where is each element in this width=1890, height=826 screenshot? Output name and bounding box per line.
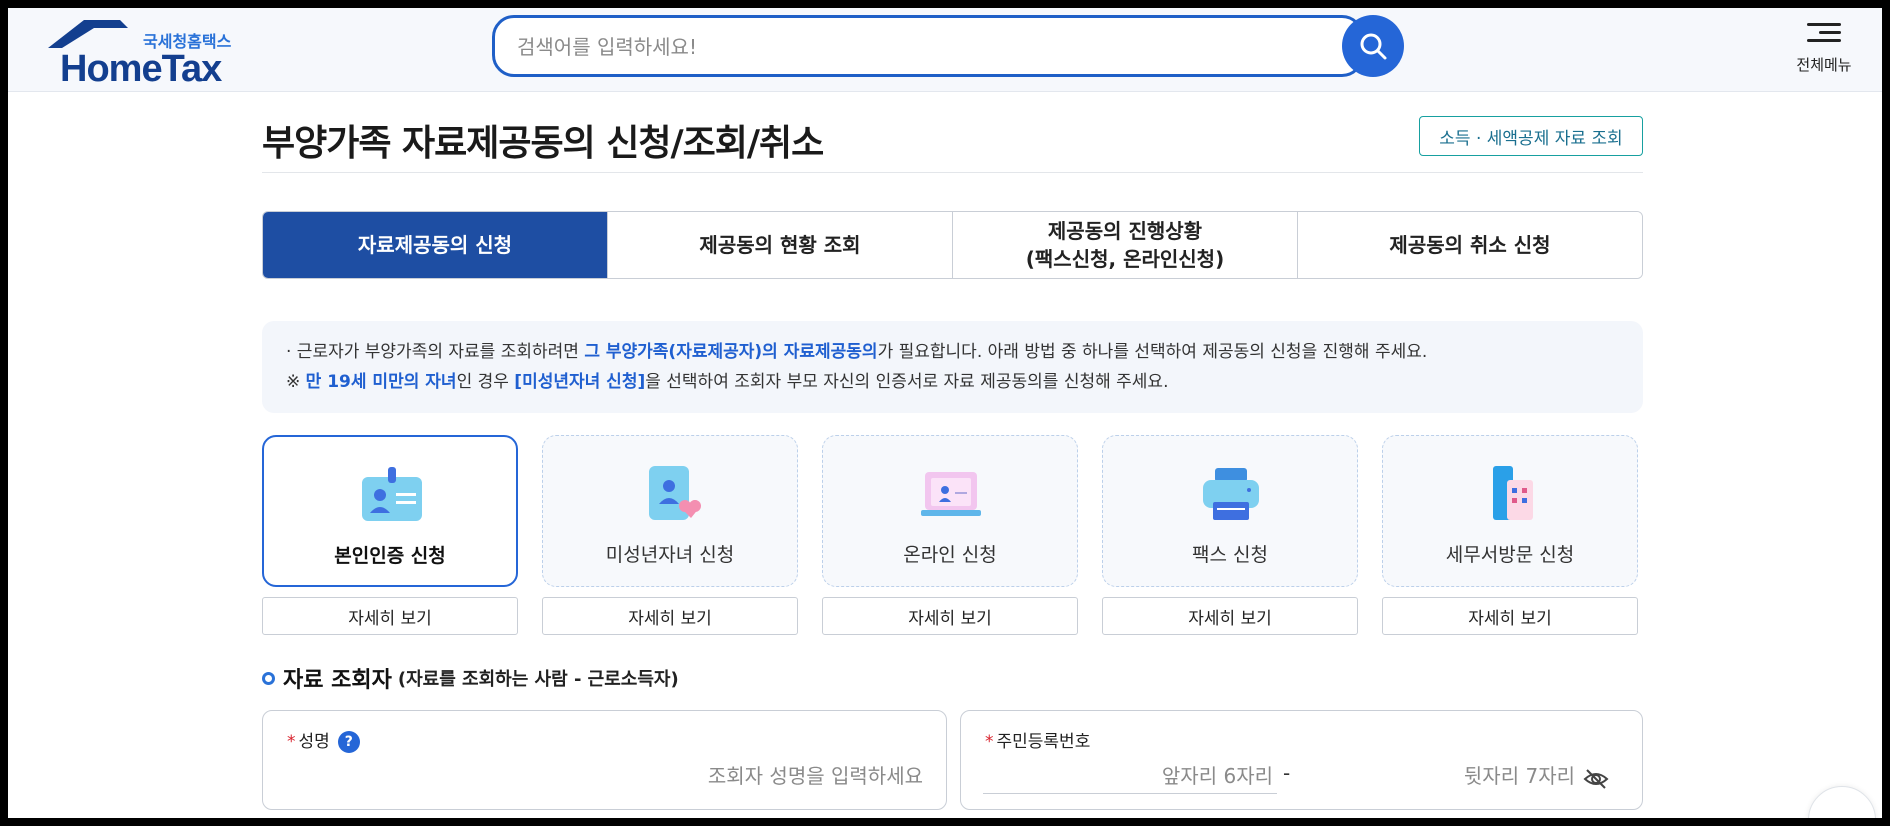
tab-label: 제공동의 현황 조회 bbox=[699, 233, 861, 257]
rrn-label: * 주민등록번호 bbox=[985, 727, 1090, 752]
section-bullet-icon bbox=[262, 671, 275, 685]
tab-bar: 자료제공동의 신청 제공동의 현황 조회 제공동의 진행상황 (팩스신청, 온라… bbox=[262, 211, 1643, 279]
required-mark: * bbox=[287, 732, 296, 752]
notice-mark: ※ bbox=[286, 372, 306, 392]
rrn-back-input[interactable] bbox=[1313, 761, 1575, 791]
search-box bbox=[492, 15, 1364, 77]
child-card-icon bbox=[649, 466, 701, 520]
detail-button-fax[interactable]: 자세히 보기 bbox=[1102, 597, 1358, 635]
rrn-front-input[interactable] bbox=[983, 761, 1273, 791]
option-label: 본인인증 신청 bbox=[334, 545, 446, 567]
option-minor-child[interactable]: 미성년자녀 신청 bbox=[542, 435, 798, 587]
name-input[interactable] bbox=[283, 761, 923, 791]
hometax-logo[interactable]: 국세청홈택스 HomeTax bbox=[48, 18, 258, 90]
option-fax[interactable]: 팩스 신청 bbox=[1102, 435, 1358, 587]
hamburger-icon bbox=[1807, 23, 1841, 42]
rrn-separator: - bbox=[1283, 761, 1291, 785]
notice-text: 가 필요합니다. 아래 방법 중 하나를 선택하여 제공동의 신청을 진행해 주… bbox=[877, 342, 1428, 362]
notice-highlight: 만 19세 미만의 자녀 bbox=[305, 372, 457, 392]
title-divider bbox=[262, 172, 1643, 173]
search-button[interactable] bbox=[1342, 15, 1404, 77]
detail-button-self-auth[interactable]: 자세히 보기 bbox=[262, 597, 518, 635]
tab-consent-apply[interactable]: 자료제공동의 신청 bbox=[263, 212, 607, 278]
detail-button-tax-office[interactable]: 자세히 보기 bbox=[1382, 597, 1638, 635]
search-icon bbox=[1360, 33, 1387, 60]
name-field: * 성명? bbox=[262, 710, 947, 810]
notice-text: 을 선택하여 조회자 부모 자신의 인증서로 자료 제공동의를 신청해 주세요. bbox=[645, 372, 1169, 392]
eye-off-icon[interactable] bbox=[1583, 767, 1609, 791]
tab-consent-progress[interactable]: 제공동의 진행상황 (팩스신청, 온라인신청) bbox=[952, 212, 1297, 278]
detail-button-online[interactable]: 자세히 보기 bbox=[822, 597, 1078, 635]
fax-icon bbox=[1203, 468, 1259, 520]
tab-label-line2: (팩스신청, 온라인신청) bbox=[1025, 247, 1225, 271]
tab-label-line1: 제공동의 진행상황 bbox=[1047, 219, 1203, 243]
rrn-field: *주민등록번호 - bbox=[960, 710, 1643, 810]
notice-highlight: 그 부양가족(자료제공자)의 자료제공동의 bbox=[584, 342, 878, 362]
notice-text: · 근로자가 부양가족의 자료를 조회하려면 bbox=[286, 342, 585, 362]
site-header: 국세청홈택스 HomeTax 전체메뉴 bbox=[8, 8, 1882, 92]
notice-highlight: [미성년자녀 신청] bbox=[514, 372, 646, 392]
deduction-lookup-button[interactable]: 소득 · 세액공제 자료 조회 bbox=[1419, 116, 1643, 156]
section-heading: 자료 조회자 bbox=[283, 668, 392, 693]
tab-consent-cancel[interactable]: 제공동의 취소 신청 bbox=[1297, 212, 1642, 278]
tab-label: 제공동의 취소 신청 bbox=[1389, 233, 1551, 257]
section-subheading: (자료를 조회하는 사람 - 근로소득자) bbox=[397, 669, 679, 690]
laptop-icon bbox=[921, 472, 981, 516]
notice-box: · 근로자가 부양가족의 자료를 조회하려면 그 부양가족(자료제공자)의 자료… bbox=[262, 321, 1643, 413]
rrn-label-text: 주민등록번호 bbox=[996, 732, 1091, 752]
option-self-auth[interactable]: 본인인증 신청 bbox=[262, 435, 518, 587]
option-label: 세무서방문 신청 bbox=[1445, 544, 1575, 566]
logo-title: HomeTax bbox=[60, 48, 222, 90]
id-card-icon bbox=[362, 467, 422, 521]
option-label: 팩스 신청 bbox=[1192, 544, 1268, 566]
rrn-front-underline bbox=[983, 793, 1277, 794]
notice-line-1: · 근로자가 부양가족의 자료를 조회하려면 그 부양가족(자료제공자)의 자료… bbox=[286, 337, 1619, 367]
floating-action-button[interactable] bbox=[1808, 786, 1876, 818]
notice-line-2: ※ 만 19세 미만의 자녀인 경우 [미성년자녀 신청]을 선택하여 조회자 … bbox=[286, 367, 1619, 397]
section-title: 자료 조회자 (자료를 조회하는 사람 - 근로소득자) bbox=[262, 662, 679, 694]
full-menu-label: 전체메뉴 bbox=[1796, 56, 1852, 74]
option-label: 온라인 신청 bbox=[903, 544, 997, 566]
required-mark: * bbox=[985, 732, 994, 752]
help-icon[interactable]: ? bbox=[337, 731, 360, 753]
option-online[interactable]: 온라인 신청 bbox=[822, 435, 1078, 587]
tab-consent-status[interactable]: 제공동의 현황 조회 bbox=[607, 212, 952, 278]
tab-label: 자료제공동의 신청 bbox=[357, 233, 513, 257]
hometax-page: 국세청홈택스 HomeTax 전체메뉴 부양가족 자료제공동의 신청/조회/취소… bbox=[8, 8, 1882, 818]
search-input[interactable] bbox=[517, 32, 1317, 62]
house-roof-icon bbox=[48, 20, 128, 48]
building-icon bbox=[1493, 466, 1533, 520]
full-menu-button[interactable]: 전체메뉴 bbox=[1784, 18, 1864, 78]
tab-label: 제공동의 진행상황 (팩스신청, 온라인신청) bbox=[1026, 217, 1224, 273]
name-label: * 성명? bbox=[287, 727, 360, 753]
option-tax-office-visit[interactable]: 세무서방문 신청 bbox=[1382, 435, 1638, 587]
option-label: 미성년자녀 신청 bbox=[605, 544, 735, 566]
name-label-text: 성명 bbox=[298, 732, 330, 752]
detail-button-minor-child[interactable]: 자세히 보기 bbox=[542, 597, 798, 635]
page-title: 부양가족 자료제공동의 신청/조회/취소 bbox=[262, 123, 824, 164]
notice-text: 인 경우 bbox=[456, 372, 515, 392]
